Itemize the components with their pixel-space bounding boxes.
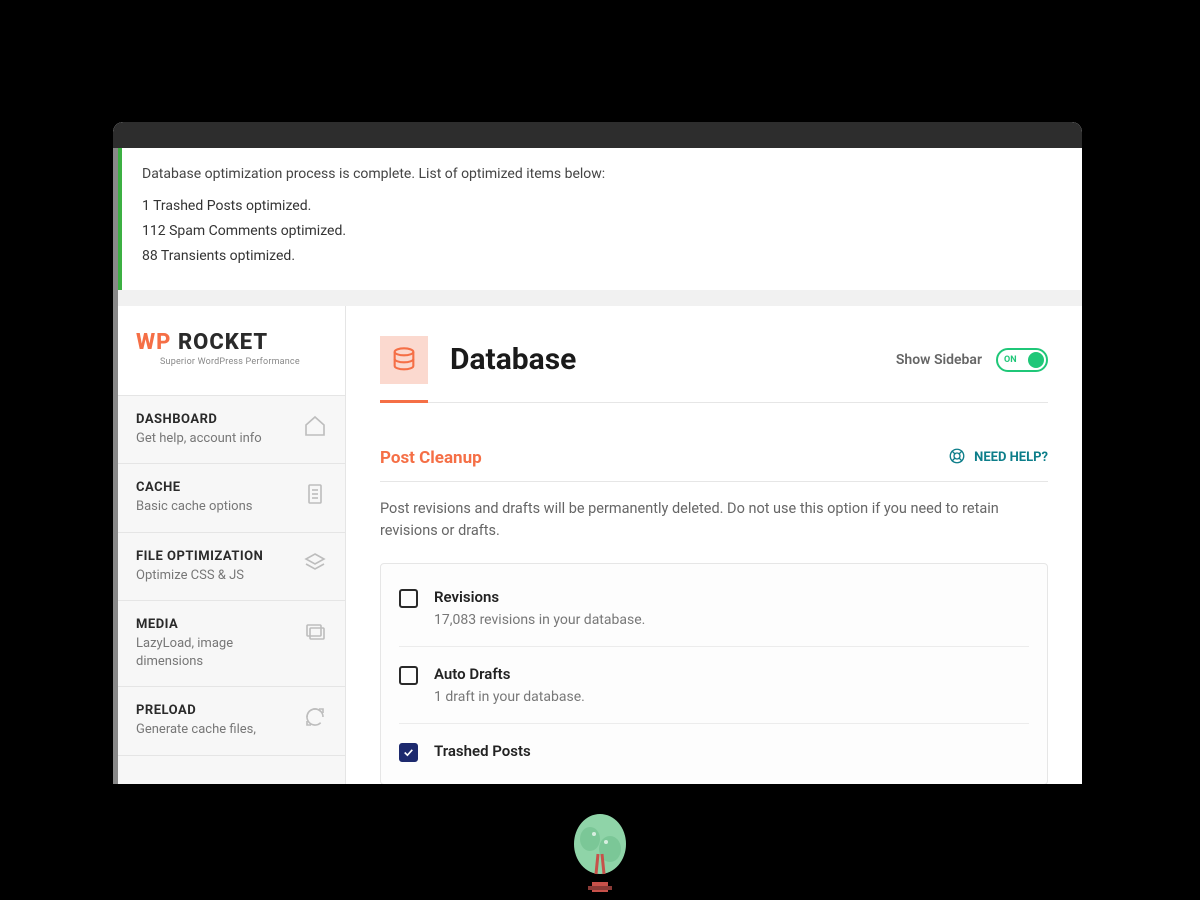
section-description: Post revisions and drafts will be perman… — [380, 498, 1048, 543]
checkbox-trashed-posts[interactable] — [399, 743, 418, 762]
option-auto-drafts: Auto Drafts 1 draft in your database. — [399, 647, 1029, 724]
logo-wp: WP — [136, 330, 171, 355]
toggle-on-label: ON — [1004, 355, 1017, 365]
content-row: WP ROCKET Superior WordPress Performance… — [118, 306, 1082, 784]
need-help-link[interactable]: NEED HELP? — [948, 447, 1048, 469]
option-trashed-posts: Trashed Posts — [399, 724, 1029, 784]
notice-heading: Database optimization process is complet… — [142, 166, 1062, 182]
window-body: Database optimization process is complet… — [113, 148, 1082, 784]
lifebuoy-icon — [948, 447, 966, 469]
option-label: Trashed Posts — [434, 742, 1029, 760]
nav-title: DASHBOARD — [136, 412, 295, 427]
sidebar: WP ROCKET Superior WordPress Performance… — [118, 306, 346, 784]
checkbox-auto-drafts[interactable] — [399, 666, 418, 685]
notice-item: 88 Transients optimized. — [142, 244, 1062, 269]
nav-title: MEDIA — [136, 617, 295, 632]
help-label: NEED HELP? — [974, 450, 1048, 465]
notice-item: 1 Trashed Posts optimized. — [142, 194, 1062, 219]
sidebar-item-preload[interactable]: PRELOAD Generate cache files, — [118, 687, 345, 756]
nav-title: CACHE — [136, 480, 295, 495]
logo: WP ROCKET Superior WordPress Performance — [118, 306, 345, 396]
refresh-icon — [303, 705, 327, 729]
post-cleanup-section: Post Cleanup NEED HELP? Post revisions a… — [380, 447, 1048, 784]
toggle-knob — [1028, 352, 1044, 368]
sidebar-item-dashboard[interactable]: DASHBOARD Get help, account info — [118, 396, 345, 465]
images-icon — [303, 619, 327, 643]
sidebar-item-media[interactable]: MEDIA LazyLoad, image dimensions — [118, 601, 345, 687]
logo-text: WP ROCKET — [136, 330, 327, 355]
section-header: Post Cleanup NEED HELP? — [380, 447, 1048, 482]
sidebar-item-file-optimization[interactable]: FILE OPTIMIZATION Optimize CSS & JS — [118, 533, 345, 602]
show-sidebar-label: Show Sidebar — [896, 352, 982, 368]
nav-sub: LazyLoad, image dimensions — [136, 635, 295, 670]
layers-icon — [303, 551, 327, 575]
nav-sub: Get help, account info — [136, 430, 295, 448]
sidebar-item-cache[interactable]: CACHE Basic cache options — [118, 464, 345, 533]
nav-sub: Basic cache options — [136, 498, 295, 516]
document-icon — [303, 482, 327, 506]
success-notice: Database optimization process is complet… — [118, 148, 1082, 290]
nav-sub: Optimize CSS & JS — [136, 567, 295, 585]
app-window: Database optimization process is complet… — [113, 122, 1082, 784]
nav-title: FILE OPTIMIZATION — [136, 549, 295, 564]
main-panel: Database Show Sidebar ON Post Cleanup — [346, 306, 1082, 784]
logo-tagline: Superior WordPress Performance — [136, 357, 327, 367]
decorative-tree-graphic — [570, 804, 630, 894]
option-label: Revisions — [434, 588, 1029, 606]
notice-item: 112 Spam Comments optimized. — [142, 219, 1062, 244]
nav-title: PRELOAD — [136, 703, 295, 718]
cleanup-options: Revisions 17,083 revisions in your datab… — [380, 563, 1048, 785]
option-sub: 17,083 revisions in your database. — [434, 612, 1029, 628]
home-icon — [303, 414, 327, 438]
option-label: Auto Drafts — [434, 665, 1029, 683]
nav-sub: Generate cache files, — [136, 721, 295, 739]
section-title: Post Cleanup — [380, 448, 482, 468]
page-header: Database Show Sidebar ON — [380, 336, 1048, 403]
show-sidebar-toggle[interactable]: ON — [996, 348, 1048, 372]
database-icon — [380, 336, 428, 384]
logo-rocket: ROCKET — [178, 330, 268, 355]
page-title: Database — [450, 342, 576, 377]
window-titlebar — [113, 122, 1082, 148]
option-sub: 1 draft in your database. — [434, 689, 1029, 705]
option-revisions: Revisions 17,083 revisions in your datab… — [399, 570, 1029, 647]
checkbox-revisions[interactable] — [399, 589, 418, 608]
